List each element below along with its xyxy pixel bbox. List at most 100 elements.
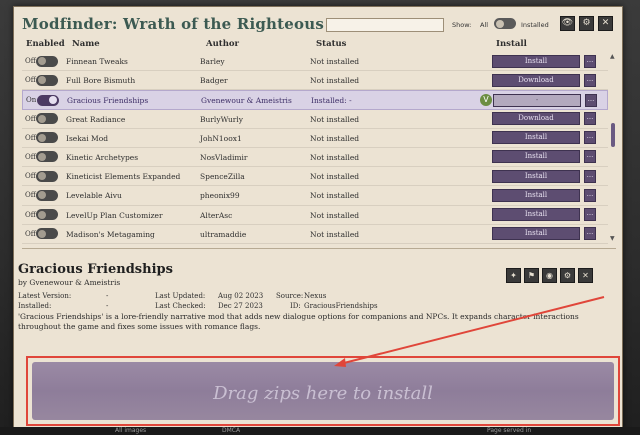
enabled-toggle[interactable] [37, 94, 59, 106]
download-button[interactable]: Download [492, 112, 580, 126]
mod-author: JohN1oox1 [200, 133, 242, 143]
more-button[interactable]: ... [584, 54, 596, 68]
column-author[interactable]: Author [206, 39, 239, 49]
more-button[interactable]: ... [584, 208, 596, 221]
install-button[interactable]: Install [492, 188, 580, 202]
mod-author: Gvenewour & Ameistris [201, 96, 292, 106]
mod-status: Not installed [310, 229, 360, 239]
installed-label: Installed: [18, 302, 52, 310]
mod-author: NosVladimir [200, 152, 248, 162]
mod-row[interactable]: Off Finnean Tweaks Barley Not installed … [22, 52, 608, 72]
mod-author: ultramaddie [200, 229, 247, 239]
more-button[interactable]: ... [585, 93, 597, 107]
install-button[interactable]: Install [492, 131, 580, 145]
enabled-label: Off [25, 229, 36, 238]
scroll-thumb[interactable] [611, 123, 615, 147]
enabled-toggle[interactable] [36, 132, 58, 144]
eye-icon[interactable]: 👁 [560, 16, 575, 31]
mod-status: Not installed [310, 57, 360, 66]
column-enabled[interactable]: Enabled [26, 39, 65, 49]
download-button[interactable]: Download [492, 73, 580, 87]
window-title: Modfinder: Wrath of the Righteous [22, 15, 324, 33]
enabled-label: Off [25, 76, 36, 85]
more-button[interactable]: ... [584, 131, 596, 145]
footer-dmca[interactable]: DMCA [222, 427, 240, 434]
column-name[interactable]: Name [72, 39, 100, 49]
source-label: Source: [276, 292, 304, 300]
more-button[interactable]: ... [584, 112, 596, 126]
settings-icon[interactable]: ⚙ [579, 16, 594, 31]
show-all-label: All [480, 21, 489, 29]
install-button[interactable]: Install [492, 54, 580, 68]
install-button[interactable]: Install [492, 169, 580, 183]
mod-row-selected[interactable]: On Gracious Friendships Gvenewour & Amei… [22, 90, 608, 110]
latest-version-value: - [106, 292, 109, 300]
mod-row[interactable]: Off Kineticist Elements Expanded SpenceZ… [22, 167, 608, 187]
more-button[interactable]: ... [584, 73, 596, 87]
column-status[interactable]: Status [316, 39, 346, 49]
enabled-toggle[interactable] [36, 170, 58, 182]
mod-row[interactable]: Off Isekai Mod JohN1oox1 Not installed I… [22, 129, 608, 148]
folder-icon[interactable]: ◉ [542, 268, 557, 283]
page-footer: All images DMCA Page served in [0, 427, 640, 435]
more-button[interactable]: ... [584, 150, 596, 164]
install-button[interactable]: Install [492, 208, 580, 221]
enabled-toggle[interactable] [36, 55, 58, 67]
enabled-toggle[interactable] [36, 228, 58, 240]
installed-value: - [106, 302, 109, 310]
install-button[interactable]: Install [492, 150, 580, 164]
enabled-toggle[interactable] [36, 74, 58, 86]
mod-row[interactable]: Off Full Bore Bismuth Badger Not install… [22, 71, 608, 91]
scroll-up-icon[interactable]: ▲ [610, 53, 615, 60]
column-install[interactable]: Install [496, 39, 527, 49]
mod-status: Not installed [310, 114, 360, 124]
mod-row[interactable]: Off Madison's Metagaming ultramaddie Not… [22, 225, 608, 244]
enabled-label: Off [25, 57, 36, 65]
footer-all-images[interactable]: All images [115, 427, 146, 434]
mod-row[interactable]: Off Great Radiance BurlyWurly Not instal… [22, 110, 608, 129]
show-filter-label: Show: [452, 21, 472, 29]
mod-name: Isekai Mod [66, 133, 109, 143]
scroll-down-icon[interactable]: ▼ [610, 235, 615, 242]
more-button[interactable]: ... [584, 188, 596, 202]
homepage-icon[interactable]: ⚑ [524, 268, 539, 283]
drop-zone[interactable]: Drag zips here to install [26, 356, 620, 426]
mod-name: Gracious Friendships [67, 96, 149, 106]
mod-author: AlterAsc [200, 210, 233, 220]
enabled-label: Off [25, 191, 36, 200]
settings-icon[interactable]: ⚙ [560, 268, 575, 283]
enabled-toggle[interactable] [36, 209, 58, 220]
enabled-label: Off [25, 172, 36, 181]
enabled-label: Off [25, 210, 36, 219]
mod-row[interactable]: Off Levelable Aivu pheonix99 Not install… [22, 186, 608, 206]
id-value: GraciousFriendships [304, 302, 378, 310]
mod-name: LevelUp Plan Customizer [66, 210, 163, 220]
nexus-icon[interactable]: ✦ [506, 268, 521, 283]
enabled-toggle[interactable] [36, 113, 58, 125]
mod-row[interactable]: Off LevelUp Plan Customizer AlterAsc Not… [22, 206, 608, 225]
search-input[interactable] [326, 18, 444, 32]
enabled-label: Off [25, 114, 36, 123]
close-icon[interactable]: ✕ [598, 16, 613, 31]
mod-author: pheonix99 [200, 191, 240, 201]
uninstall-icon[interactable]: ✕ [578, 268, 593, 283]
drop-zone-panel[interactable]: Drag zips here to install [32, 362, 614, 420]
show-installed-toggle[interactable] [494, 18, 516, 29]
enabled-toggle[interactable] [36, 151, 58, 163]
enabled-toggle[interactable] [36, 189, 58, 201]
more-button[interactable]: ... [584, 227, 596, 241]
mod-author: Barley [200, 57, 225, 66]
action-button[interactable]: - [493, 93, 581, 107]
list-scrollbar[interactable]: ▲ ▼ [610, 53, 616, 242]
mod-row[interactable]: Off Kinetic Archetypes NosVladimir Not i… [22, 148, 608, 168]
mod-name: Great Radiance [66, 114, 126, 124]
mod-status: Not installed [310, 152, 360, 162]
install-button[interactable]: Install [492, 227, 580, 241]
last-checked-label: Last Checked: [155, 302, 206, 310]
detail-title: Gracious Friendships [18, 262, 173, 277]
mod-name: Kinetic Archetypes [66, 152, 139, 162]
more-button[interactable]: ... [584, 169, 596, 183]
mod-author: SpenceZilla [200, 172, 245, 182]
enabled-label: Off [25, 152, 36, 161]
mod-status: Not installed [310, 76, 360, 86]
